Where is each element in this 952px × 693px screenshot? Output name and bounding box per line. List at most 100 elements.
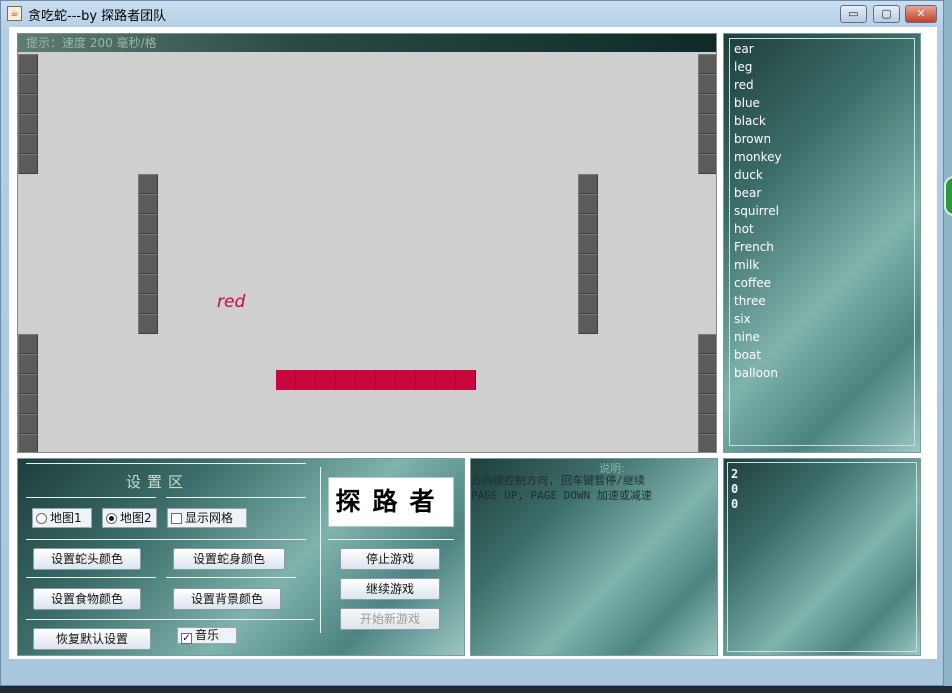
score-value: 200: [731, 467, 739, 511]
word-item: black: [734, 114, 766, 128]
word-item: nine: [734, 330, 760, 344]
divider: [26, 619, 314, 620]
wall-block: [578, 274, 598, 294]
score-panel: 200: [723, 458, 921, 656]
wall-block: [698, 154, 716, 174]
wall-block: [18, 114, 38, 134]
word-item: bear: [734, 186, 762, 200]
new-game-button[interactable]: 开始新游戏: [340, 608, 440, 630]
word-item: French: [734, 240, 774, 254]
continue-game-button[interactable]: 继续游戏: [340, 578, 440, 600]
checkbox-icon: [171, 513, 182, 524]
map2-label: 地图2: [120, 511, 152, 525]
game-board[interactable]: 提示：速度 200 毫秒/格 red: [17, 33, 717, 453]
help-panel: 说明: 方向键控制方向, 回车键暂停/继续 PAGE UP, PAGE DOWN…: [470, 458, 718, 656]
wall-block: [138, 214, 158, 234]
logo: 探路者: [328, 477, 454, 527]
word-list: ear leg red blue black brown monkey duck bear squ…: [734, 40, 782, 382]
wall-block: [138, 314, 158, 334]
wall-column: [138, 174, 158, 334]
wall-block: [698, 374, 716, 394]
snake-segment: [396, 370, 416, 390]
food-color-button[interactable]: 设置食物颜色: [33, 588, 141, 610]
snake-segment: [376, 370, 396, 390]
music-checkbox[interactable]: ✓ 音乐: [177, 627, 237, 644]
wall-block: [578, 294, 598, 314]
divider: [26, 497, 156, 498]
maximize-button[interactable]: ▢: [873, 5, 900, 23]
divider: [166, 497, 306, 498]
settings-title: 设置区: [126, 473, 190, 491]
minimize-button[interactable]: ▭: [840, 5, 867, 23]
wall-block: [18, 354, 38, 374]
wall-block: [18, 74, 38, 94]
hint-prefix: 提示：: [26, 36, 63, 50]
wall-block: [18, 134, 38, 154]
title-bar: ☕ 贪吃蛇---by 探路者团队 ▭ ▢ ✕: [1, 1, 943, 27]
maximize-icon: ▢: [881, 7, 892, 20]
wall-block: [18, 94, 38, 114]
word-item: boat: [734, 348, 762, 362]
wall-block: [698, 414, 716, 434]
word-item: leg: [734, 60, 753, 74]
divider: [320, 467, 321, 633]
wall-block: [698, 354, 716, 374]
checkbox-checked-icon: ✓: [181, 633, 192, 644]
word-item: blue: [734, 96, 760, 110]
settings-panel: 设置区 地图1 地图2 显示网格 设置蛇头颜色 设置蛇身颜色 设置食物颜色 设置…: [17, 458, 465, 656]
wall-block: [18, 54, 38, 74]
snake-segment: [316, 370, 336, 390]
wall-block: [578, 194, 598, 214]
word-item: duck: [734, 168, 763, 182]
snake-segment: [296, 370, 316, 390]
java-cup-icon: ☕: [7, 6, 22, 21]
close-icon: ✕: [916, 7, 926, 20]
help-line-1: 方向键控制方向, 回车键暂停/继续: [471, 474, 645, 487]
stop-game-button[interactable]: 停止游戏: [340, 548, 440, 570]
restore-default-button[interactable]: 恢复默认设置: [33, 628, 151, 650]
word-item: milk: [734, 258, 760, 272]
hint-bar: 提示：速度 200 毫秒/格: [18, 34, 716, 52]
divider: [26, 463, 306, 464]
taskbar-strip: [0, 686, 952, 693]
snake-body-color-button[interactable]: 设置蛇身颜色: [173, 548, 285, 570]
wall-block: [138, 274, 158, 294]
wall-block: [18, 414, 38, 434]
wall-column: [698, 54, 716, 174]
wall-block: [698, 74, 716, 94]
show-grid-checkbox[interactable]: 显示网格: [167, 508, 247, 528]
score-frame: 200: [727, 462, 917, 652]
divider: [26, 539, 306, 540]
snake-segment: [416, 370, 436, 390]
snake: [276, 370, 476, 390]
map1-radio[interactable]: 地图1: [32, 508, 92, 528]
minimize-icon: ▭: [848, 7, 859, 20]
wall-block: [698, 334, 716, 354]
radio-selected-icon: [106, 513, 117, 524]
close-button[interactable]: ✕: [905, 5, 937, 23]
word-item: three: [734, 294, 766, 308]
divider: [26, 577, 156, 578]
background-color-button[interactable]: 设置背景颜色: [173, 588, 281, 610]
wall-block: [138, 194, 158, 214]
word-item: squirrel: [734, 204, 779, 218]
wall-column: [18, 334, 38, 452]
word-item: balloon: [734, 366, 778, 380]
divider: [328, 539, 454, 540]
wall-block: [18, 374, 38, 394]
wall-block: [18, 334, 38, 354]
wall-column: [18, 54, 38, 174]
word-item: brown: [734, 132, 772, 146]
wall-block: [18, 394, 38, 414]
wall-block: [18, 434, 38, 452]
word-item: coffee: [734, 276, 771, 290]
map2-radio[interactable]: 地图2: [102, 508, 157, 528]
snake-segment: [276, 370, 296, 390]
wall-block: [698, 134, 716, 154]
snake-head-color-button[interactable]: 设置蛇头颜色: [33, 548, 141, 570]
word-item: monkey: [734, 150, 782, 164]
wall-block: [578, 174, 598, 194]
food-word: red: [217, 292, 246, 312]
music-label: 音乐: [195, 628, 220, 642]
show-grid-label: 显示网格: [185, 511, 234, 525]
